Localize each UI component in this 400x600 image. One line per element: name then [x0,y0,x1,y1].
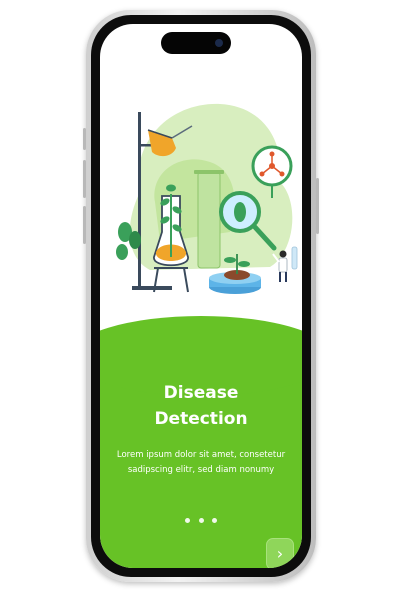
power-button [316,178,319,234]
page-indicator [100,508,302,527]
description-line-1: Lorem ipsum dolor sit amet, consetetur [116,450,286,460]
app-screen: Disease Detection Lorem ipsum dolor sit … [100,24,302,568]
mute-switch [83,128,86,150]
next-button[interactable]: › [266,538,294,568]
phone-frame: Disease Detection Lorem ipsum dolor sit … [83,10,319,582]
onboarding-title: Disease Detection [100,380,302,432]
title-line-2: Detection [154,409,248,429]
onboarding-description: Lorem ipsum dolor sit amet, consetetur s… [114,448,288,478]
phone-bezel: Disease Detection Lorem ipsum dolor sit … [91,15,311,577]
front-camera [215,39,223,47]
chevron-right-icon: › [276,544,284,563]
page-dot [185,518,191,523]
dynamic-island [161,32,231,54]
description-line-2: sadipscing elitr, sed diam nonumy [127,465,275,475]
volume-down-button [83,206,86,244]
page-dot [211,518,217,523]
lab-plant-illustration [116,103,298,294]
page-dot [198,518,204,523]
title-line-1: Disease [163,383,239,403]
volume-up-button [83,160,86,198]
